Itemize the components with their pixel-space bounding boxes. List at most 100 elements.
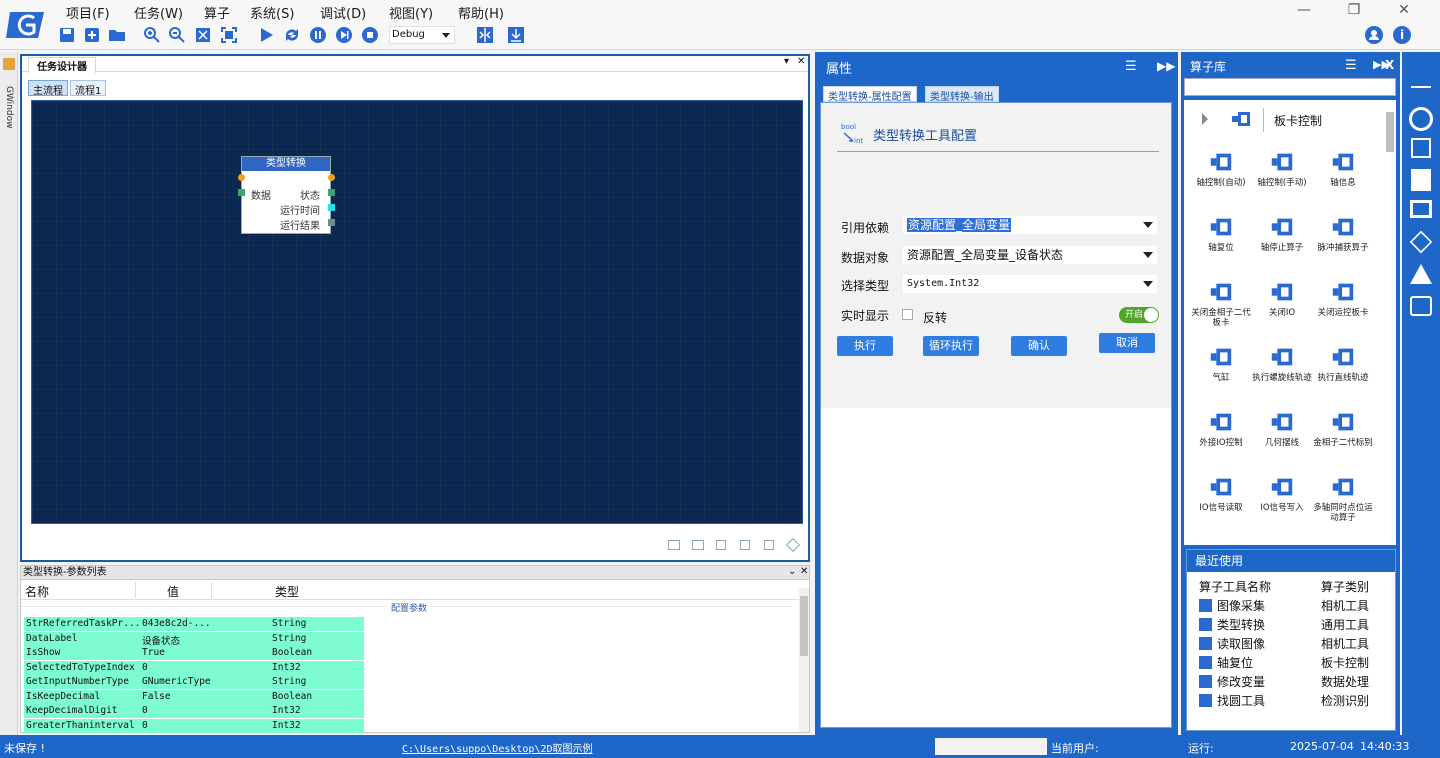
type-select[interactable]: System.Int32 xyxy=(903,275,1157,293)
operator-item[interactable]: IO信号写入 xyxy=(1251,473,1313,513)
invert-checkbox[interactable] xyxy=(902,309,913,320)
library-scrollbar[interactable] xyxy=(1386,112,1394,152)
node-output-exec-port[interactable] xyxy=(328,174,335,181)
restore-button[interactable]: ❐ xyxy=(1339,2,1369,20)
paste-icon[interactable] xyxy=(740,540,750,550)
menu-icon[interactable]: ☰ xyxy=(1125,59,1137,74)
list-icon[interactable] xyxy=(1410,200,1432,218)
operator-item[interactable]: 金相子二代标别 xyxy=(1312,408,1374,448)
operator-item[interactable]: 轴停止算子 xyxy=(1251,213,1313,253)
operator-item[interactable]: 轴复位 xyxy=(1190,213,1252,253)
checklist-icon[interactable] xyxy=(1411,138,1431,158)
table-row[interactable]: GreaterThaninterval 0 Int32 xyxy=(24,718,364,733)
operator-item[interactable]: 执行直线轨迹 xyxy=(1312,343,1374,383)
realtime-toggle[interactable]: 开启 xyxy=(1119,307,1159,323)
gwindow-tab[interactable]: GWindow xyxy=(4,86,14,136)
operator-item[interactable]: 关闭运控板卡 xyxy=(1312,278,1374,318)
table-row[interactable]: IsKeepDecimal False Boolean xyxy=(24,689,364,704)
expand-icon[interactable] xyxy=(1202,113,1208,125)
operator-item[interactable]: 外接IO控制 xyxy=(1190,408,1252,448)
run-icon[interactable] xyxy=(256,25,276,45)
library-search-input[interactable] xyxy=(1184,78,1396,96)
align-icon[interactable] xyxy=(668,540,680,550)
copy-icon[interactable] xyxy=(716,540,726,550)
tab-flow-1[interactable]: 流程1 xyxy=(70,80,107,97)
list-item[interactable]: 读取图像 相机工具 xyxy=(1199,635,1389,653)
build-config-select[interactable]: Debug xyxy=(389,26,455,44)
list-item[interactable]: 图像采集 相机工具 xyxy=(1199,597,1389,615)
loop-execute-button[interactable]: 循环执行 xyxy=(923,336,979,356)
flow-canvas[interactable]: 类型转换 数据 状态 运行时间 运行结果 xyxy=(31,100,803,524)
settings-doc-icon[interactable] xyxy=(1411,169,1431,191)
collapse-icon[interactable]: ▶▶ xyxy=(1157,59,1175,73)
confirm-button[interactable]: 确认 xyxy=(1011,336,1067,356)
dependency-select[interactable]: 资源配置_全局变量 xyxy=(903,216,1157,234)
zoom-in-icon[interactable] xyxy=(142,25,162,45)
menu-icon[interactable]: ☰ xyxy=(1345,58,1357,73)
tab-props-output[interactable]: 类型转换-输出 xyxy=(925,86,999,103)
table-row[interactable]: StrReferredTaskPr... 043e8c2d-... String xyxy=(24,617,364,631)
new-icon[interactable] xyxy=(82,25,102,45)
list-item[interactable]: 轴复位 板卡控制 xyxy=(1199,654,1389,672)
operator-item[interactable]: 轴控制(手动) xyxy=(1251,148,1313,188)
split-icon[interactable] xyxy=(475,25,495,45)
clear-icon[interactable] xyxy=(785,537,801,553)
menu-debug[interactable]: 调试(D) xyxy=(320,3,366,22)
param-scrollbar[interactable] xyxy=(799,588,809,732)
info-icon[interactable]: i xyxy=(1393,26,1411,44)
list-item[interactable]: 找圆工具 检测识别 xyxy=(1199,692,1389,710)
node-data-port[interactable] xyxy=(238,189,245,196)
table-row[interactable]: GetInputNumberType GNumericType String xyxy=(24,675,364,689)
project-path-link[interactable]: C:\Users\suppo\Desktop\2D取图示例 xyxy=(402,740,593,755)
operator-item[interactable]: 轴控制(自动) xyxy=(1190,148,1252,188)
menu-project[interactable]: 项目(F) xyxy=(66,3,110,22)
close-icon[interactable]: ✕ xyxy=(800,566,808,577)
pin-icon[interactable]: ⌄ xyxy=(788,566,796,577)
operator-item[interactable]: IO信号读取 xyxy=(1190,473,1252,513)
workflow-icon[interactable] xyxy=(1409,107,1433,131)
warning-icon[interactable] xyxy=(1410,264,1432,284)
operator-item[interactable]: 关闭金相子二代板卡 xyxy=(1190,278,1252,328)
menu-help[interactable]: 帮助(H) xyxy=(458,3,504,22)
library-close[interactable]: X xyxy=(1385,58,1394,72)
layers-icon[interactable] xyxy=(1409,230,1433,254)
download-icon[interactable] xyxy=(506,25,526,45)
save-icon[interactable] xyxy=(57,25,77,45)
cancel-button[interactable]: 取消 xyxy=(1099,333,1155,353)
table-row[interactable]: DataLabel 设备状态 String xyxy=(24,631,364,647)
list-item[interactable]: 类型转换 通用工具 xyxy=(1199,616,1389,634)
operator-item[interactable]: 多轴同时点位运动算子 xyxy=(1312,473,1374,523)
open-folder-icon[interactable] xyxy=(107,25,127,45)
designer-title[interactable]: 任务设计器 xyxy=(28,57,96,73)
loop-run-icon[interactable] xyxy=(282,25,302,45)
delete-icon[interactable] xyxy=(764,540,774,550)
operator-item[interactable]: 关闭IO xyxy=(1251,278,1313,318)
structure-icon[interactable] xyxy=(1410,296,1432,316)
user-icon[interactable] xyxy=(1365,26,1383,44)
operator-item[interactable]: 执行螺旋线轨迹 xyxy=(1251,343,1313,383)
table-row[interactable]: SelectedToTypeIndex 0 Int32 xyxy=(24,660,364,675)
operator-item[interactable]: 轴信息 xyxy=(1312,148,1374,188)
node-input-exec-port[interactable] xyxy=(238,174,245,181)
table-row[interactable]: IsShow True Boolean xyxy=(24,646,364,660)
pause-icon[interactable] xyxy=(308,25,328,45)
node-status-port[interactable] xyxy=(328,189,335,196)
operator-item[interactable]: 脉冲捕获算子 xyxy=(1312,213,1374,253)
pin-icon[interactable]: ▾ xyxy=(784,56,789,67)
table-row[interactable]: KeepDecimalDigit 0 Int32 xyxy=(24,704,364,718)
data-object-select[interactable]: 资源配置_全局变量_设备状态 xyxy=(903,246,1157,264)
zoom-out-icon[interactable] xyxy=(167,25,187,45)
tab-props-config[interactable]: 类型转换-属性配置 xyxy=(823,86,917,103)
node-result-port[interactable] xyxy=(328,219,335,226)
step-icon[interactable] xyxy=(334,25,354,45)
fit-icon[interactable] xyxy=(193,25,213,45)
distribute-icon[interactable] xyxy=(692,540,704,550)
menu-system[interactable]: 系统(S) xyxy=(250,3,294,22)
scrollbar-thumb[interactable] xyxy=(800,596,808,656)
stop-icon[interactable] xyxy=(360,25,380,45)
tab-main-flow[interactable]: 主流程 xyxy=(28,80,68,97)
fullscreen-icon[interactable] xyxy=(219,25,239,45)
execute-button[interactable]: 执行 xyxy=(837,336,893,356)
operator-item[interactable]: 气缸 xyxy=(1190,343,1252,383)
minimize-button[interactable]: — xyxy=(1289,2,1319,20)
